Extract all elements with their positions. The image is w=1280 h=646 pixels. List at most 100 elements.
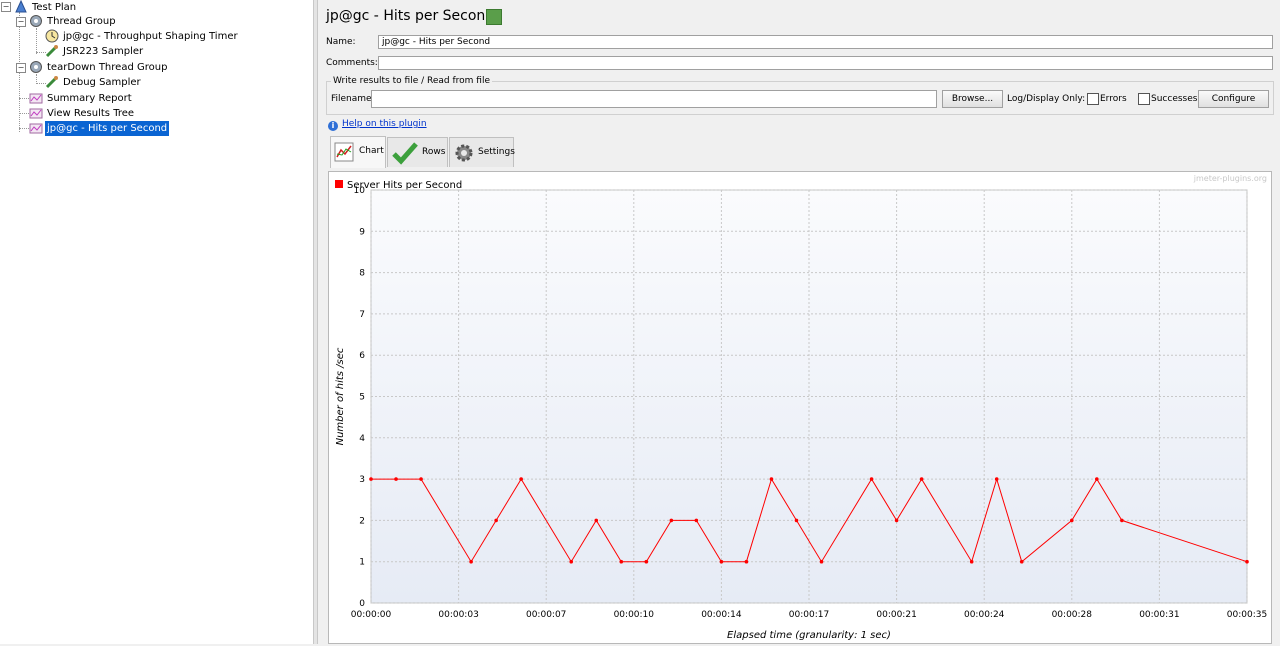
x-tick-label: 00:00:07 bbox=[526, 610, 566, 620]
data-point bbox=[744, 559, 749, 564]
listener-icon bbox=[29, 93, 43, 104]
y-tick-label: 6 bbox=[359, 351, 365, 361]
data-point bbox=[1019, 559, 1024, 564]
listener-icon bbox=[29, 108, 43, 119]
thread-group-icon bbox=[30, 61, 42, 73]
x-tick-label: 00:00:03 bbox=[438, 610, 478, 620]
data-point bbox=[1070, 518, 1074, 523]
tree-item-label: Debug Sampler bbox=[63, 77, 141, 88]
tree-item-summary-report[interactable]: Summary Report bbox=[29, 91, 134, 106]
data-point bbox=[1095, 477, 1099, 481]
sampler-icon bbox=[45, 76, 58, 89]
x-tick-label: 00:00:21 bbox=[876, 610, 916, 620]
tree-item-jsr223-sampler[interactable]: JSR223 Sampler bbox=[45, 44, 145, 59]
successes-checkbox[interactable] bbox=[1138, 93, 1150, 105]
x-tick-label: 00:00:35 bbox=[1227, 610, 1267, 620]
tree-item-label: jp@gc - Hits per Second bbox=[43, 120, 171, 137]
collapse-toggle[interactable]: − bbox=[16, 63, 26, 73]
checkmark-icon bbox=[392, 142, 418, 165]
comments-field[interactable] bbox=[378, 56, 1273, 70]
data-point bbox=[719, 559, 724, 564]
log-display-label: Log/Display Only: bbox=[1007, 94, 1086, 104]
data-point bbox=[619, 559, 624, 564]
x-axis-label: Elapsed time (granularity: 1 sec) bbox=[727, 630, 891, 641]
tree-item-hits-per-second[interactable]: jp@gc - Hits per Second bbox=[29, 120, 171, 137]
tree-item-teardown-thread-group[interactable]: tearDown Thread Group bbox=[29, 60, 169, 75]
data-point bbox=[669, 518, 674, 523]
test-plan-tree[interactable]: − − − Test Plan Thread Group jp@gc - Thr… bbox=[0, 0, 313, 644]
sampler-icon bbox=[45, 45, 58, 58]
y-tick-label: 8 bbox=[359, 269, 365, 279]
listener-icon bbox=[29, 123, 43, 134]
tree-item-view-results-tree[interactable]: View Results Tree bbox=[29, 106, 136, 121]
data-point bbox=[794, 518, 799, 523]
y-tick-label: 10 bbox=[354, 186, 366, 196]
tree-item-label: Summary Report bbox=[47, 93, 132, 104]
tree-item-debug-sampler[interactable]: Debug Sampler bbox=[45, 75, 143, 90]
tab-chart-label: Chart bbox=[359, 146, 384, 156]
tab-rows[interactable]: Rows bbox=[387, 137, 448, 167]
name-label: Name: bbox=[326, 37, 356, 47]
name-field[interactable]: jp@gc - Hits per Second bbox=[378, 35, 1273, 49]
y-tick-label: 2 bbox=[359, 516, 365, 526]
tree-item-label: jp@gc - Throughput Shaping Timer bbox=[63, 31, 238, 42]
expand-icon[interactable] bbox=[486, 9, 502, 25]
y-tick-label: 9 bbox=[359, 227, 365, 237]
x-tick-label: 00:00:00 bbox=[351, 610, 392, 620]
errors-label: Errors bbox=[1100, 94, 1127, 104]
tab-chart[interactable]: Chart bbox=[330, 136, 386, 168]
gear-icon bbox=[455, 144, 473, 162]
y-tick-label: 0 bbox=[359, 599, 365, 609]
collapse-toggle[interactable]: − bbox=[16, 17, 26, 27]
errors-checkbox[interactable] bbox=[1087, 93, 1099, 105]
chart-canvas: jmeter-plugins.org Server Hits per Secon… bbox=[335, 174, 1267, 641]
y-tick-label: 7 bbox=[359, 310, 365, 320]
x-tick-label: 00:00:28 bbox=[1052, 610, 1093, 620]
tree-item-label: View Results Tree bbox=[47, 108, 135, 119]
data-point bbox=[594, 518, 599, 523]
tree-item-label: JSR223 Sampler bbox=[63, 46, 144, 57]
data-point bbox=[769, 477, 774, 481]
data-point bbox=[694, 518, 699, 523]
tab-settings-label: Settings bbox=[478, 147, 515, 157]
legend-swatch bbox=[335, 180, 343, 188]
tab-rows-label: Rows bbox=[422, 147, 446, 157]
thread-group-icon bbox=[30, 15, 42, 27]
tree-guide-line bbox=[36, 28, 37, 54]
x-tick-label: 00:00:10 bbox=[614, 610, 655, 620]
filename-field[interactable] bbox=[371, 90, 937, 108]
chart-icon bbox=[334, 142, 354, 162]
help-link[interactable]: Help on this plugin bbox=[342, 119, 427, 129]
x-tick-label: 00:00:17 bbox=[789, 610, 829, 620]
tree-item-test-plan[interactable]: Test Plan bbox=[14, 0, 78, 15]
hits-per-second-chart: jmeter-plugins.org Server Hits per Secon… bbox=[328, 171, 1272, 644]
tab-settings[interactable]: Settings bbox=[449, 137, 515, 167]
data-point bbox=[894, 518, 899, 523]
collapse-toggle[interactable]: − bbox=[1, 2, 11, 12]
data-point bbox=[469, 559, 473, 564]
timer-icon bbox=[45, 29, 59, 43]
data-point bbox=[969, 559, 974, 564]
data-point bbox=[869, 477, 874, 481]
tree-item-thread-group[interactable]: Thread Group bbox=[29, 14, 118, 29]
data-point bbox=[819, 559, 824, 564]
tree-item-throughput-shaping-timer[interactable]: jp@gc - Throughput Shaping Timer bbox=[45, 29, 240, 44]
data-point bbox=[369, 477, 373, 481]
tree-item-label: Thread Group bbox=[47, 16, 116, 27]
y-tick-label: 3 bbox=[359, 475, 365, 485]
data-point bbox=[419, 477, 423, 481]
panel-title: jp@gc - Hits per Second bbox=[326, 8, 495, 24]
y-tick-label: 4 bbox=[359, 434, 365, 444]
successes-label: Successes bbox=[1151, 94, 1198, 104]
data-point bbox=[994, 477, 999, 481]
tree-guide-line bbox=[19, 113, 29, 114]
browse-button[interactable]: Browse... bbox=[942, 90, 1003, 108]
data-point bbox=[569, 559, 574, 564]
x-tick-label: 00:00:14 bbox=[701, 610, 742, 620]
data-point bbox=[919, 477, 924, 481]
test-plan-icon bbox=[15, 0, 27, 13]
data-point bbox=[494, 518, 498, 523]
comments-label: Comments: bbox=[326, 58, 378, 68]
tree-guide-line bbox=[19, 128, 29, 129]
configure-button[interactable]: Configure bbox=[1198, 90, 1269, 108]
